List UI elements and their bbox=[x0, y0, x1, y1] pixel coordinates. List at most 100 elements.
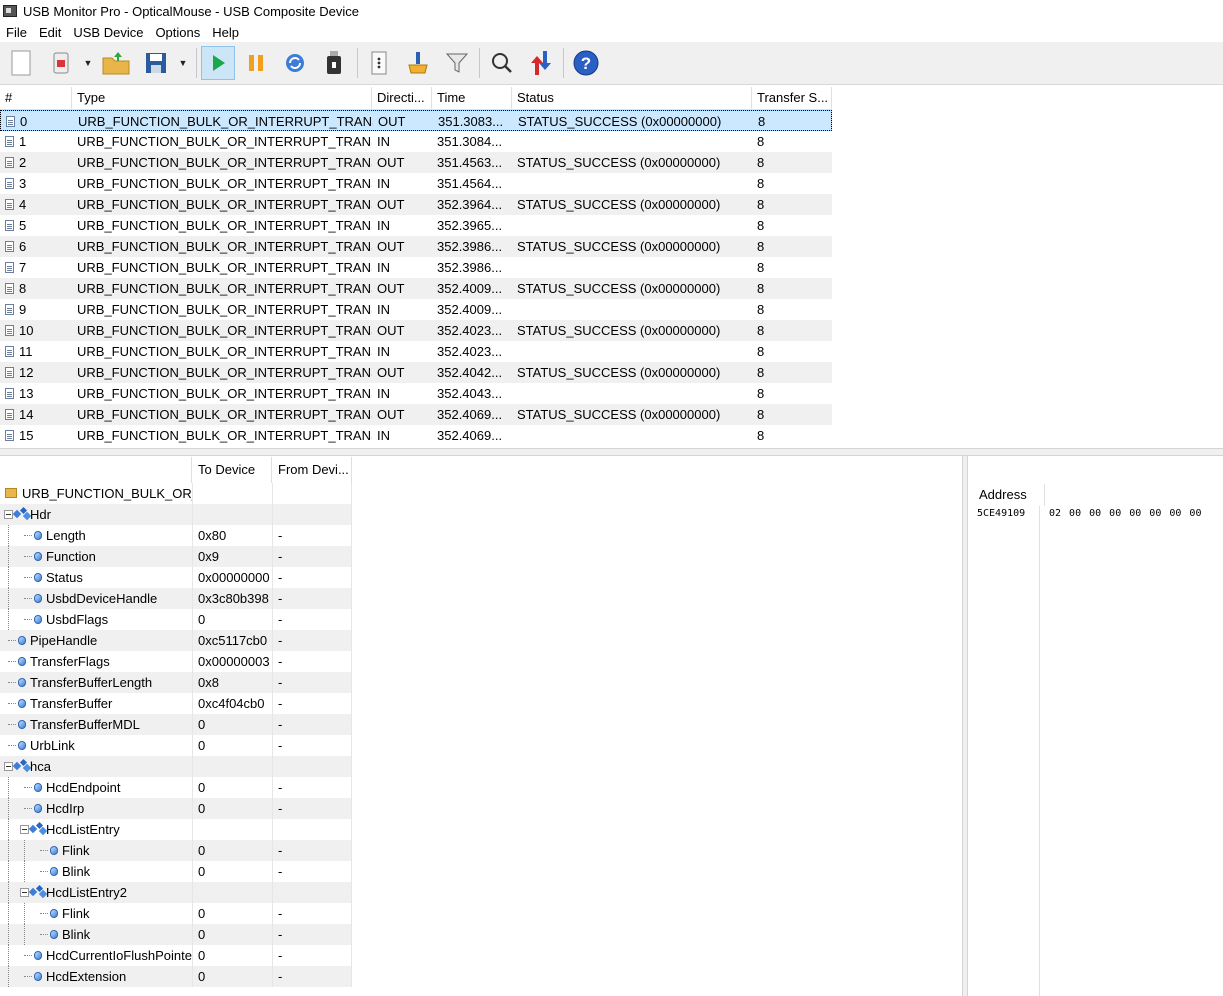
sort-button[interactable] bbox=[524, 46, 558, 80]
table-row[interactable]: 2 URB_FUNCTION_BULK_OR_INTERRUPT_TRANSF..… bbox=[0, 152, 832, 173]
tree-group[interactable]: Hdr bbox=[0, 504, 352, 525]
tree-item[interactable]: HcdEndpoint 0- bbox=[0, 777, 352, 798]
table-row[interactable]: 0 URB_FUNCTION_BULK_OR_INTERRUPT_TRANSF..… bbox=[0, 110, 832, 131]
save-dropdown[interactable]: ▼ bbox=[178, 46, 188, 80]
cell-type: URB_FUNCTION_BULK_OR_INTERRUPT_TRANSF... bbox=[77, 302, 372, 317]
table-row[interactable]: 3 URB_FUNCTION_BULK_OR_INTERRUPT_TRANSF..… bbox=[0, 173, 832, 194]
tree-item[interactable]: Flink 0- bbox=[0, 903, 352, 924]
table-row[interactable]: 6 URB_FUNCTION_BULK_OR_INTERRUPT_TRANSF..… bbox=[0, 236, 832, 257]
tree-item[interactable]: PipeHandle 0xc5117cb0- bbox=[0, 630, 352, 651]
tree-item[interactable]: Function 0x9- bbox=[0, 546, 352, 567]
table-row[interactable]: 12 URB_FUNCTION_BULK_OR_INTERRUPT_TRANSF.… bbox=[0, 362, 832, 383]
to-device-value bbox=[192, 819, 272, 840]
table-row[interactable]: 14 URB_FUNCTION_BULK_OR_INTERRUPT_TRANSF.… bbox=[0, 404, 832, 425]
refresh-button[interactable] bbox=[278, 46, 312, 80]
tree-item[interactable]: Length 0x80- bbox=[0, 525, 352, 546]
cell-status bbox=[512, 383, 752, 404]
tree-item[interactable]: HcdIrp 0- bbox=[0, 798, 352, 819]
clear-button[interactable] bbox=[401, 46, 435, 80]
column-transfer-size[interactable]: Transfer S... bbox=[752, 87, 832, 109]
filter-icon bbox=[445, 53, 469, 73]
to-device-value: 0x3c80b398 bbox=[192, 588, 272, 609]
usb-device-dropdown[interactable]: ▼ bbox=[83, 46, 93, 80]
address-header[interactable]: Address bbox=[977, 484, 1045, 506]
row-number-cell: 1 bbox=[0, 131, 72, 152]
properties-button[interactable] bbox=[362, 46, 396, 80]
column-to-device[interactable]: To Device bbox=[192, 457, 272, 483]
from-device-value: - bbox=[272, 672, 352, 693]
tree-item[interactable]: UrbLink 0- bbox=[0, 735, 352, 756]
property-icon bbox=[18, 657, 26, 666]
column-from-device[interactable]: From Devi... bbox=[272, 457, 352, 483]
from-device-value: - bbox=[272, 861, 352, 882]
from-device-value: - bbox=[272, 840, 352, 861]
row-number-cell: 7 bbox=[0, 257, 72, 278]
tree-item[interactable]: UsbdDeviceHandle 0x3c80b398- bbox=[0, 588, 352, 609]
collapse-icon[interactable] bbox=[4, 762, 13, 771]
table-row[interactable]: 15 URB_FUNCTION_BULK_OR_INTERRUPT_TRANSF.… bbox=[0, 425, 832, 446]
table-row[interactable]: 9 URB_FUNCTION_BULK_OR_INTERRUPT_TRANSF..… bbox=[0, 299, 832, 320]
tree-item[interactable]: HcdExtension 0- bbox=[0, 966, 352, 987]
table-row[interactable]: 4 URB_FUNCTION_BULK_OR_INTERRUPT_TRANSF..… bbox=[0, 194, 832, 215]
search-button[interactable] bbox=[485, 46, 519, 80]
tree-item[interactable]: UsbdFlags 0- bbox=[0, 609, 352, 630]
pause-icon bbox=[249, 55, 263, 71]
column-direction[interactable]: Directi... bbox=[372, 87, 432, 109]
cell-status bbox=[512, 131, 752, 152]
to-device-value bbox=[192, 882, 272, 903]
row-number-cell: 14 bbox=[0, 404, 72, 425]
table-row[interactable]: 8 URB_FUNCTION_BULK_OR_INTERRUPT_TRANSF..… bbox=[0, 278, 832, 299]
column-field[interactable] bbox=[0, 457, 192, 483]
collapse-icon[interactable] bbox=[4, 510, 13, 519]
table-row[interactable]: 7 URB_FUNCTION_BULK_OR_INTERRUPT_TRANSF..… bbox=[0, 257, 832, 278]
usb-drive-button[interactable] bbox=[317, 46, 351, 80]
horizontal-splitter[interactable] bbox=[0, 448, 1223, 456]
pause-button[interactable] bbox=[239, 46, 273, 80]
tree-group[interactable]: hca bbox=[0, 756, 352, 777]
tree-group[interactable]: HcdListEntry bbox=[0, 819, 352, 840]
table-row[interactable]: 1 URB_FUNCTION_BULK_OR_INTERRUPT_TRANSF..… bbox=[0, 131, 832, 152]
tree-item[interactable]: TransferBufferLength 0x8- bbox=[0, 672, 352, 693]
tree-item[interactable]: TransferBuffer 0xc4f04cb0- bbox=[0, 693, 352, 714]
open-button[interactable] bbox=[99, 46, 133, 80]
table-row[interactable]: 13 URB_FUNCTION_BULK_OR_INTERRUPT_TRANSF.… bbox=[0, 383, 832, 404]
column-type[interactable]: Type bbox=[72, 87, 372, 109]
tree-item[interactable]: Flink 0- bbox=[0, 840, 352, 861]
row-number-cell: 0 bbox=[1, 111, 73, 132]
collapse-icon[interactable] bbox=[20, 888, 29, 897]
tree-item[interactable]: Status 0x00000000 (- bbox=[0, 567, 352, 588]
cell-type: URB_FUNCTION_BULK_OR_INTERRUPT_TRANSF... bbox=[77, 218, 372, 233]
column-time[interactable]: Time bbox=[432, 87, 512, 109]
usb-drive-icon bbox=[327, 51, 341, 74]
filter-button[interactable] bbox=[440, 46, 474, 80]
to-device-value: 0 bbox=[192, 861, 272, 882]
menu-file[interactable]: File bbox=[0, 25, 33, 40]
cell-status bbox=[512, 425, 752, 446]
start-button[interactable] bbox=[201, 46, 235, 80]
menu-edit[interactable]: Edit bbox=[33, 25, 67, 40]
from-device-value: - bbox=[272, 924, 352, 945]
usb-device-button[interactable] bbox=[44, 46, 78, 80]
tree-root[interactable]: URB_FUNCTION_BULK_OR_IN bbox=[0, 483, 352, 504]
tree-item[interactable]: Blink 0- bbox=[0, 924, 352, 945]
menu-help[interactable]: Help bbox=[206, 25, 245, 40]
table-row[interactable]: 11 URB_FUNCTION_BULK_OR_INTERRUPT_TRANSF.… bbox=[0, 341, 832, 362]
tree-item[interactable]: HcdCurrentIoFlushPointer 0- bbox=[0, 945, 352, 966]
row-number: 14 bbox=[19, 407, 34, 422]
tree-item[interactable]: TransferFlags 0x00000003 (- bbox=[0, 651, 352, 672]
tree-item[interactable]: TransferBufferMDL 0- bbox=[0, 714, 352, 735]
save-button[interactable] bbox=[139, 46, 173, 80]
tree-item[interactable]: Blink 0- bbox=[0, 861, 352, 882]
help-button[interactable]: ? bbox=[569, 46, 603, 80]
cell-status bbox=[512, 257, 752, 278]
table-row[interactable]: 10 URB_FUNCTION_BULK_OR_INTERRUPT_TRANSF.… bbox=[0, 320, 832, 341]
menu-usb-device[interactable]: USB Device bbox=[67, 25, 149, 40]
tree-group[interactable]: HcdListEntry2 bbox=[0, 882, 352, 903]
column-status[interactable]: Status bbox=[512, 87, 752, 109]
row-number-cell: 2 bbox=[0, 152, 72, 173]
collapse-icon[interactable] bbox=[20, 825, 29, 834]
new-button[interactable] bbox=[4, 46, 38, 80]
table-row[interactable]: 5 URB_FUNCTION_BULK_OR_INTERRUPT_TRANSF..… bbox=[0, 215, 832, 236]
menu-options[interactable]: Options bbox=[149, 25, 206, 40]
column-number[interactable]: # bbox=[0, 87, 72, 109]
